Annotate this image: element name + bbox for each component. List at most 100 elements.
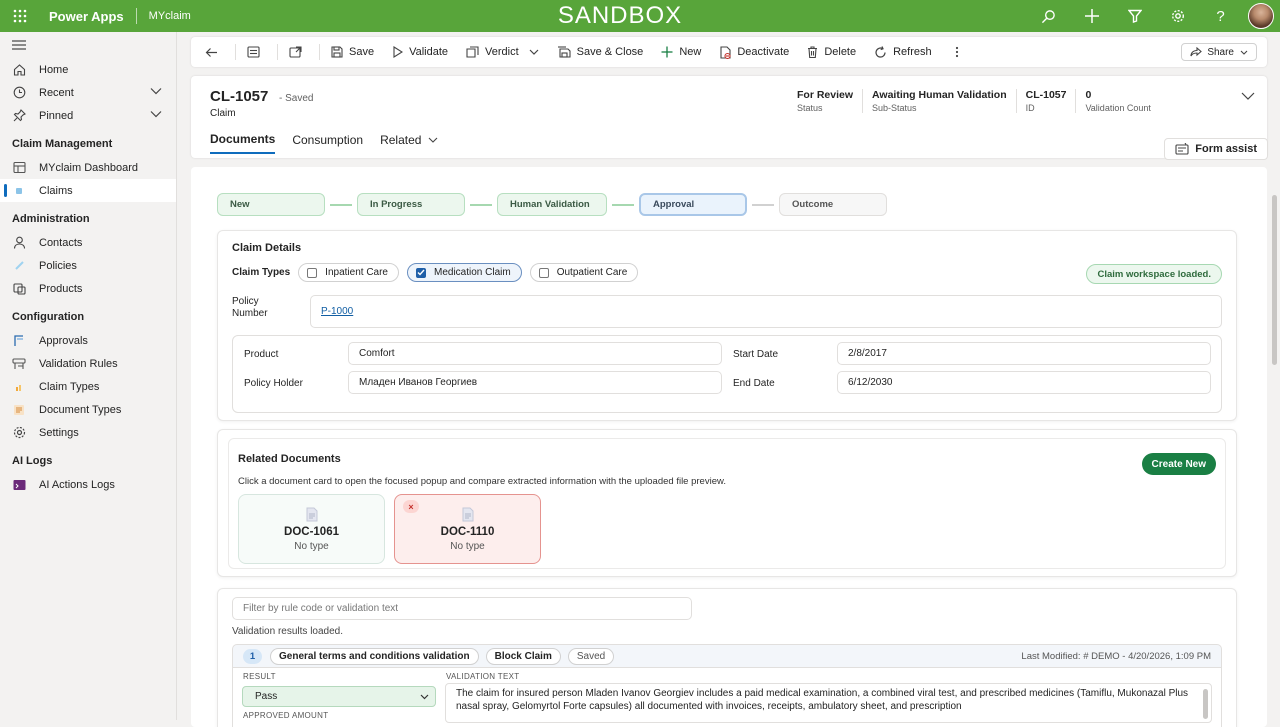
- form-scrollbar[interactable]: [1272, 195, 1277, 365]
- nav-pinned[interactable]: Pinned: [0, 104, 176, 127]
- validation-text-area[interactable]: The claim for insured person Mladen Ivan…: [445, 683, 1212, 723]
- refresh-button[interactable]: Refresh: [865, 37, 941, 67]
- result-select[interactable]: Pass: [242, 686, 436, 707]
- nav-settings[interactable]: Settings: [0, 421, 176, 444]
- form-view-button[interactable]: [238, 37, 275, 67]
- nav-claim-types[interactable]: Claim Types: [0, 375, 176, 398]
- header-field-status[interactable]: For Review Status: [797, 89, 862, 113]
- policy-number-field[interactable]: P-1000: [310, 295, 1222, 328]
- chevron-down-icon[interactable]: [150, 110, 162, 118]
- expand-header-chevron-icon[interactable]: [1241, 92, 1255, 100]
- claims-icon: [12, 184, 26, 198]
- form-assist-label: Form assist: [1195, 143, 1257, 155]
- command-bar: Save Validate Verdict Save & Close New D…: [191, 37, 1267, 67]
- policy-holder-field[interactable]: Младен Иванов Георгиев: [348, 371, 722, 394]
- filter-icon[interactable]: [1113, 0, 1156, 32]
- nav-section-administration: Administration: [12, 212, 90, 225]
- tab-consumption[interactable]: Consumption: [292, 132, 363, 154]
- related-documents-hint: Click a document card to open the focuse…: [238, 476, 726, 487]
- end-date-field[interactable]: 6/12/2030: [837, 371, 1211, 394]
- hamburger-menu-icon[interactable]: [0, 32, 176, 58]
- chevron-down-icon[interactable]: [150, 87, 162, 95]
- nav-approvals-label: Approvals: [39, 334, 88, 347]
- document-type: No type: [294, 541, 329, 552]
- nav-claims[interactable]: Claims: [0, 179, 176, 202]
- document-card-doc-1061[interactable]: DOC-1061 No type: [238, 494, 385, 564]
- policy-details-panel: Product Comfort Start Date 2/8/2017 Poli…: [232, 335, 1222, 413]
- document-card-doc-1110[interactable]: × DOC-1110 No type: [394, 494, 541, 564]
- stage-connector: [612, 203, 634, 206]
- claim-type-medication-claim[interactable]: Medication Claim: [407, 263, 522, 282]
- add-icon[interactable]: [1070, 0, 1113, 32]
- app-name[interactable]: Power Apps: [49, 9, 124, 24]
- nav-pinned-label: Pinned: [39, 109, 74, 122]
- nav-myclaim-dashboard[interactable]: MYclaim Dashboard: [0, 156, 176, 179]
- verdict-button[interactable]: Verdict: [457, 37, 548, 67]
- open-new-window-button[interactable]: [280, 37, 317, 67]
- claim-type-inpatient-care[interactable]: Inpatient Care: [298, 263, 399, 282]
- nav-section-configuration: Configuration: [12, 310, 85, 323]
- user-avatar[interactable]: [1248, 3, 1274, 29]
- header-field-sub-status[interactable]: Awaiting Human Validation Sub-Status: [862, 89, 1016, 113]
- header-field-id[interactable]: CL-1057 ID: [1015, 89, 1076, 113]
- nav-policies[interactable]: Policies: [0, 254, 176, 277]
- sub-status-label: Sub-Status: [872, 103, 917, 113]
- header-field-validation-count[interactable]: 0 Validation Count: [1075, 89, 1159, 113]
- medication-claim-label: Medication Claim: [434, 267, 511, 278]
- save-button[interactable]: Save: [322, 37, 383, 67]
- validation-status-text: Validation results loaded.: [232, 626, 343, 637]
- start-date-field[interactable]: 2/8/2017: [837, 342, 1211, 365]
- search-icon[interactable]: [1027, 0, 1070, 32]
- save-close-button[interactable]: Save & Close: [548, 37, 653, 67]
- back-button[interactable]: [191, 37, 233, 67]
- nav-contacts[interactable]: Contacts: [0, 231, 176, 254]
- claim-types-label: Claim Types: [232, 267, 291, 278]
- share-button[interactable]: Share: [1181, 43, 1257, 61]
- more-commands-icon[interactable]: [941, 37, 974, 67]
- nav-validation-rules[interactable]: Validation Rules: [0, 352, 176, 375]
- create-new-button[interactable]: Create New: [1141, 453, 1216, 475]
- nav-approvals[interactable]: Approvals: [0, 329, 176, 352]
- environment-name[interactable]: MYclaim: [149, 10, 191, 22]
- policy-number-link[interactable]: P-1000: [321, 306, 353, 317]
- stage-approval[interactable]: Approval: [639, 193, 747, 216]
- claim-details-title: Claim Details: [232, 242, 302, 254]
- validate-button[interactable]: Validate: [383, 37, 457, 67]
- error-x-icon[interactable]: ×: [403, 500, 419, 513]
- nav-recent[interactable]: Recent: [0, 81, 176, 104]
- share-label: Share: [1207, 46, 1234, 58]
- delete-button[interactable]: Delete: [798, 37, 865, 67]
- validation-filter-input[interactable]: Filter by rule code or validation text: [232, 597, 692, 620]
- nav-home[interactable]: Home: [0, 58, 176, 81]
- validation-row-body: RESULT Pass APPROVED AMOUNT VALIDATION T…: [232, 668, 1222, 727]
- app-launcher-icon[interactable]: [0, 0, 40, 32]
- settings-icon: [12, 426, 26, 440]
- claim-types-icon: [12, 380, 26, 394]
- claim-type-outpatient-care[interactable]: Outpatient Care: [529, 263, 639, 282]
- validation-row-header[interactable]: 1 General terms and conditions validatio…: [232, 644, 1222, 668]
- nav-products[interactable]: Products: [0, 277, 176, 300]
- related-documents-card: Related Documents Click a document card …: [217, 429, 1237, 577]
- validation-text-scrollbar[interactable]: [1203, 689, 1208, 719]
- save-status: - Saved: [279, 93, 314, 104]
- stage-human-validation[interactable]: Human Validation: [497, 193, 607, 216]
- product-field[interactable]: Comfort: [348, 342, 722, 365]
- policy-holder-label: Policy Holder: [244, 378, 303, 389]
- result-value: Pass: [255, 691, 278, 702]
- new-button[interactable]: New: [652, 37, 710, 67]
- record-header: CL-1057 - Saved Claim For Review Status A…: [191, 76, 1268, 160]
- nav-ai-actions-logs[interactable]: AI Actions Logs: [0, 473, 176, 496]
- stage-new[interactable]: New: [217, 193, 325, 216]
- nav-document-types[interactable]: Document Types: [0, 398, 176, 421]
- tab-documents[interactable]: Documents: [210, 132, 276, 154]
- form-assist-button[interactable]: Form assist: [1164, 138, 1268, 160]
- form-tabs: Documents Consumption Related: [210, 132, 455, 154]
- tab-related[interactable]: Related: [380, 132, 438, 154]
- stage-outcome[interactable]: Outcome: [779, 193, 887, 216]
- help-icon[interactable]: ?: [1199, 0, 1242, 32]
- header-fields: For Review Status Awaiting Human Validati…: [797, 89, 1160, 113]
- settings-gear-icon[interactable]: [1156, 0, 1199, 32]
- deactivate-button[interactable]: Deactivate: [710, 37, 798, 67]
- stage-in-progress[interactable]: In Progress: [357, 193, 465, 216]
- claim-types-row: Claim Types Inpatient Care Medication Cl…: [232, 263, 646, 282]
